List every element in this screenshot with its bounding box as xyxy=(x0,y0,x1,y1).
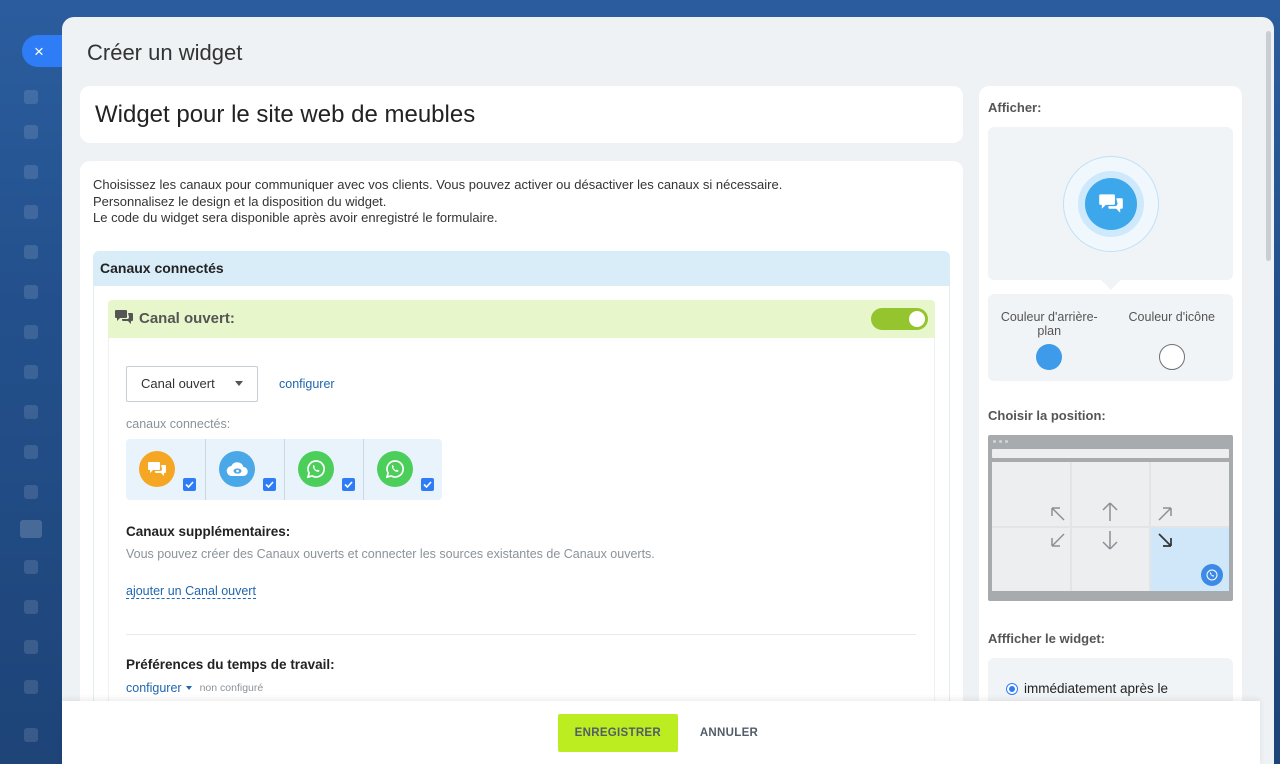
chat-bubbles-icon[interactable] xyxy=(139,451,175,487)
ghost-icon xyxy=(24,325,38,339)
channel-item xyxy=(139,439,205,500)
arrow-top-left-icon xyxy=(1050,506,1065,521)
channel-item xyxy=(363,438,442,500)
arrow-down-icon xyxy=(1102,530,1119,550)
position-top-center[interactable] xyxy=(1071,462,1150,526)
ghost-icon xyxy=(24,600,38,614)
open-channel-body: Canal ouvert configurer canaux connectés… xyxy=(108,337,935,721)
chat-bubbles-icon xyxy=(1098,194,1123,213)
widget-name-card xyxy=(80,86,963,143)
position-picker xyxy=(988,435,1233,601)
position-top-left[interactable] xyxy=(992,462,1070,526)
ghost-icon xyxy=(24,365,38,379)
phone-icon xyxy=(1200,564,1223,586)
bg-color-swatch[interactable] xyxy=(1036,344,1063,370)
ghost-icon xyxy=(24,125,38,139)
configure-link[interactable]: configurer xyxy=(279,377,335,391)
ghost-icon xyxy=(24,405,38,419)
connected-channels-label: canaux connectés: xyxy=(126,416,231,431)
display-widget-label: Affficher le widget: xyxy=(988,631,1106,646)
create-widget-panel: Créer un widget Choisissez les canaux po… xyxy=(62,17,1274,764)
ghost-icon xyxy=(24,445,38,459)
intro-line: Le code du widget sera disponible après … xyxy=(93,210,498,225)
work-time-configure-link[interactable]: configurer xyxy=(126,681,192,695)
arrow-up-icon xyxy=(1102,501,1119,521)
arrow-bottom-left-icon xyxy=(1050,532,1065,547)
radio-button[interactable] xyxy=(1006,682,1018,695)
intro-line: Choisissez les canaux pour communiquer a… xyxy=(93,177,783,192)
ghost-icon xyxy=(24,205,38,219)
position-label: Choisir la position: xyxy=(988,408,1106,423)
bg-color-label: Couleur d'arrière-plan xyxy=(1000,310,1098,338)
connected-channels-section: Canaux connectés Canal ouvert: Canal ouv… xyxy=(93,250,950,721)
main-settings-card: Choisissez les canaux pour communiquer a… xyxy=(80,161,963,721)
display-option-immediate[interactable]: immédiatement après le xyxy=(1006,681,1215,696)
ghost-icon xyxy=(24,90,38,104)
open-channel-select[interactable]: Canal ouvert xyxy=(126,365,258,402)
save-button[interactable]: ENREGISTRER xyxy=(557,713,678,752)
work-time-status: non configuré xyxy=(199,681,264,694)
cloud-eye-icon[interactable] xyxy=(219,451,255,487)
display-option-label: immédiatement après le xyxy=(1024,681,1169,696)
color-settings: Couleur d'arrière-plan Couleur d'icône xyxy=(988,294,1233,381)
ghost-icon xyxy=(24,560,38,574)
preview-notch xyxy=(1100,270,1121,290)
widget-preview xyxy=(988,127,1233,290)
icon-color-label: Couleur d'icône xyxy=(1128,310,1215,324)
connected-channels-body: Canal ouvert: Canal ouvert configurer ca… xyxy=(93,285,950,721)
chat-bubbles-icon xyxy=(115,309,133,329)
cancel-button[interactable]: ANNULER xyxy=(694,727,764,739)
open-channel-header: Canal ouvert: xyxy=(108,299,935,338)
open-channel-title: Canal ouvert: xyxy=(139,310,235,327)
background-sidebar xyxy=(0,0,62,764)
channel-checkbox[interactable] xyxy=(263,477,276,491)
ghost-icon xyxy=(24,165,38,179)
intro-text: Choisissez les canaux pour communiquer a… xyxy=(93,177,950,227)
widget-name-input[interactable] xyxy=(95,100,948,129)
divider xyxy=(126,633,916,635)
add-open-channel-link[interactable]: ajouter un Canal ouvert xyxy=(126,584,256,599)
whatsapp-icon[interactable] xyxy=(298,451,334,487)
channel-item xyxy=(205,438,284,500)
position-bottom-center[interactable] xyxy=(1071,527,1150,591)
chevron-down-icon xyxy=(235,381,243,386)
channel-checkbox[interactable] xyxy=(421,477,434,491)
show-label: Afficher: xyxy=(988,100,1042,115)
connected-channels-list xyxy=(126,438,442,500)
whatsapp-icon[interactable] xyxy=(377,451,413,487)
browser-bar xyxy=(992,449,1229,458)
ghost-icon xyxy=(24,485,38,499)
extra-channels-title: Canaux supplémentaires: xyxy=(126,523,291,539)
ghost-icon xyxy=(24,680,38,694)
panel-scrollbar[interactable] xyxy=(1266,31,1271,261)
arrow-top-right-icon xyxy=(1158,506,1173,521)
footer-actions: ENREGISTRER ANNULER xyxy=(62,701,1260,764)
intro-line: Personnalisez le design et la dispositio… xyxy=(93,193,387,209)
ghost-icon xyxy=(20,520,42,538)
appearance-sidebar: Afficher: Couleur d'arrière-plan Couleur… xyxy=(979,86,1242,726)
chevron-down-icon xyxy=(185,685,192,690)
connected-channels-title: Canaux connectés xyxy=(93,250,950,286)
ghost-icon xyxy=(24,640,38,654)
ghost-icon xyxy=(24,728,38,742)
page-title: Créer un widget xyxy=(87,40,243,65)
channel-checkbox[interactable] xyxy=(342,477,355,491)
open-channel-toggle[interactable] xyxy=(871,307,928,330)
channel-checkbox[interactable] xyxy=(183,477,196,491)
close-icon: × xyxy=(34,41,44,61)
work-time-preferences-title: Préférences du temps de travail: xyxy=(126,656,335,672)
position-bottom-right[interactable] xyxy=(1151,527,1229,591)
arrow-bottom-right-icon xyxy=(1158,532,1173,547)
ghost-icon xyxy=(24,245,38,259)
ghost-icon xyxy=(24,285,38,299)
icon-color-swatch[interactable] xyxy=(1158,344,1185,370)
channel-item xyxy=(284,438,363,500)
open-channel-select-value: Canal ouvert xyxy=(141,376,215,391)
widget-button-preview xyxy=(1084,177,1137,230)
extra-channels-description: Vous pouvez créer des Canaux ouverts et … xyxy=(126,546,655,561)
work-time-configure-label: configurer xyxy=(126,680,182,695)
position-bottom-left[interactable] xyxy=(992,527,1070,591)
position-top-right[interactable] xyxy=(1151,462,1229,526)
